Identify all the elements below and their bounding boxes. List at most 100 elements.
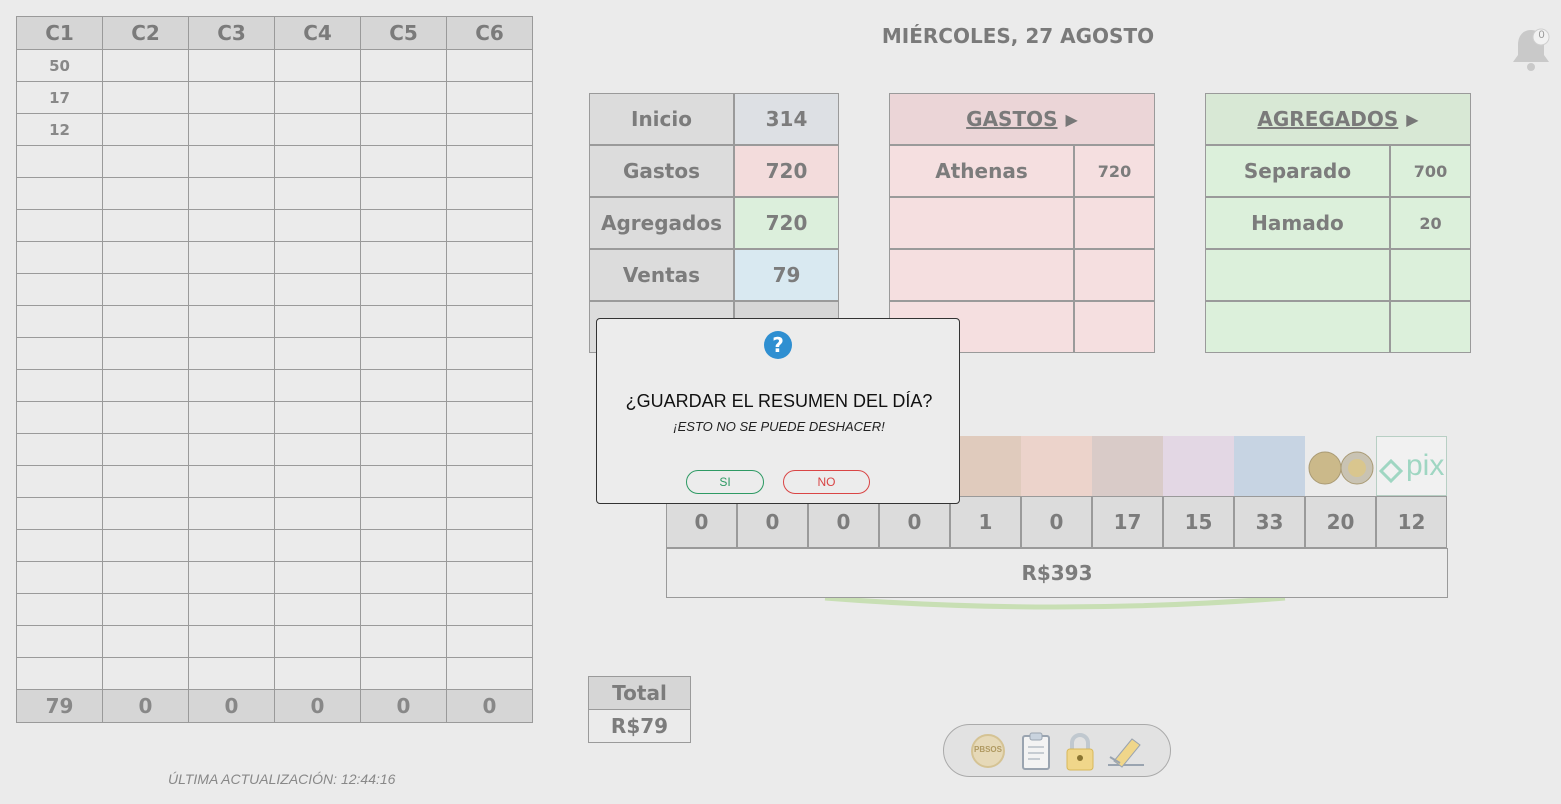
grid-cell[interactable] (446, 369, 533, 402)
logo-icon[interactable]: PBSOS (968, 731, 1008, 771)
grid-cell[interactable] (188, 433, 275, 466)
grid-cell[interactable] (274, 145, 361, 178)
grid-cell[interactable] (446, 177, 533, 210)
grid-cell[interactable] (16, 337, 103, 370)
grid-cell[interactable] (188, 113, 275, 146)
grid-cell[interactable] (102, 49, 189, 82)
grid-cell[interactable] (16, 401, 103, 434)
grid-cell[interactable] (274, 561, 361, 594)
grid-cell[interactable] (360, 529, 447, 562)
grid-cell[interactable]: 17 (16, 81, 103, 114)
denomination-count[interactable]: 0 (1021, 496, 1092, 548)
grid-cell[interactable] (16, 529, 103, 562)
grid-cell[interactable] (360, 369, 447, 402)
grid-cell[interactable] (446, 625, 533, 658)
grid-cell[interactable] (188, 529, 275, 562)
grid-cell[interactable] (102, 337, 189, 370)
grid-cell[interactable] (274, 273, 361, 306)
grid-cell[interactable] (16, 305, 103, 338)
grid-cell[interactable] (360, 401, 447, 434)
grid-cell[interactable] (16, 497, 103, 530)
grid-cell[interactable] (188, 49, 275, 82)
grid-cell[interactable] (360, 49, 447, 82)
play-arrow-icon[interactable]: ▶ (1066, 110, 1078, 129)
grid-cell[interactable] (102, 625, 189, 658)
grid-cell[interactable] (188, 305, 275, 338)
grid-cell[interactable] (188, 497, 275, 530)
denomination-count[interactable]: 20 (1305, 496, 1376, 548)
grid-cell[interactable]: 12 (16, 113, 103, 146)
grid-cell[interactable] (188, 561, 275, 594)
grid-cell[interactable] (16, 369, 103, 402)
gastos-item-name[interactable] (889, 249, 1074, 301)
grid-cell[interactable] (16, 593, 103, 626)
grid-cell[interactable] (274, 113, 361, 146)
grid-cell[interactable] (446, 305, 533, 338)
grid-cell[interactable] (188, 401, 275, 434)
grid-cell[interactable] (446, 273, 533, 306)
grid-cell[interactable] (102, 145, 189, 178)
agregados-item-name[interactable] (1205, 249, 1390, 301)
grid-cell[interactable] (274, 657, 361, 690)
grid-cell[interactable] (16, 465, 103, 498)
grid-cell[interactable] (102, 273, 189, 306)
grid-cell[interactable] (274, 337, 361, 370)
agregados-item-amount[interactable]: 20 (1390, 197, 1471, 249)
denomination-count[interactable]: 12 (1376, 496, 1447, 548)
gastos-item-amount[interactable] (1074, 249, 1155, 301)
clipboard-icon[interactable] (1016, 731, 1056, 771)
grid-cell[interactable] (102, 433, 189, 466)
grid-cell[interactable] (446, 497, 533, 530)
grid-cell[interactable] (360, 497, 447, 530)
grid-cell[interactable] (446, 81, 533, 114)
denomination-count[interactable]: 17 (1092, 496, 1163, 548)
grid-cell[interactable] (188, 209, 275, 242)
agregados-item-amount[interactable]: 700 (1390, 145, 1471, 197)
grid-cell[interactable] (360, 465, 447, 498)
grid-cell[interactable] (360, 81, 447, 114)
pencil-edit-icon[interactable] (1104, 731, 1144, 771)
agregados-item-name[interactable]: Separado (1205, 145, 1390, 197)
grid-cell[interactable] (274, 593, 361, 626)
grid-cell[interactable] (188, 337, 275, 370)
grid-cell[interactable] (360, 177, 447, 210)
grid-cell[interactable] (274, 433, 361, 466)
gastos-header[interactable]: GASTOS ▶ (889, 93, 1155, 145)
grid-cell[interactable] (188, 369, 275, 402)
agregados-item-name[interactable]: Hamado (1205, 197, 1390, 249)
grid-cell[interactable] (274, 209, 361, 242)
grid-cell[interactable] (360, 657, 447, 690)
grid-cell[interactable] (102, 241, 189, 274)
grid-cell[interactable] (102, 305, 189, 338)
grid-cell[interactable] (102, 81, 189, 114)
grid-cell[interactable] (102, 177, 189, 210)
grid-cell[interactable] (360, 593, 447, 626)
yes-button[interactable]: SI (686, 470, 764, 494)
grid-cell[interactable] (188, 657, 275, 690)
grid-cell[interactable] (188, 273, 275, 306)
grid-cell[interactable] (274, 49, 361, 82)
grid-cell[interactable] (274, 497, 361, 530)
lock-icon[interactable] (1060, 731, 1100, 771)
gastos-item-name[interactable] (889, 197, 1074, 249)
grid-cell[interactable] (274, 241, 361, 274)
grid-cell[interactable] (16, 657, 103, 690)
grid-cell[interactable] (188, 81, 275, 114)
grid-cell[interactable] (274, 465, 361, 498)
grid-cell[interactable] (446, 657, 533, 690)
grid-cell[interactable] (446, 337, 533, 370)
grid-cell[interactable] (274, 625, 361, 658)
denomination-count[interactable]: 33 (1234, 496, 1305, 548)
grid-cell[interactable] (274, 401, 361, 434)
grid-cell[interactable] (360, 273, 447, 306)
grid-cell[interactable] (16, 177, 103, 210)
grid-cell[interactable] (188, 625, 275, 658)
grid-cell[interactable] (16, 625, 103, 658)
agregados-header[interactable]: AGREGADOS ▶ (1205, 93, 1471, 145)
grid-cell[interactable] (188, 241, 275, 274)
grid-cell[interactable] (446, 433, 533, 466)
denomination-count[interactable]: 15 (1163, 496, 1234, 548)
agregados-item-name[interactable] (1205, 301, 1390, 353)
grid-cell[interactable] (446, 145, 533, 178)
grid-cell[interactable] (102, 657, 189, 690)
